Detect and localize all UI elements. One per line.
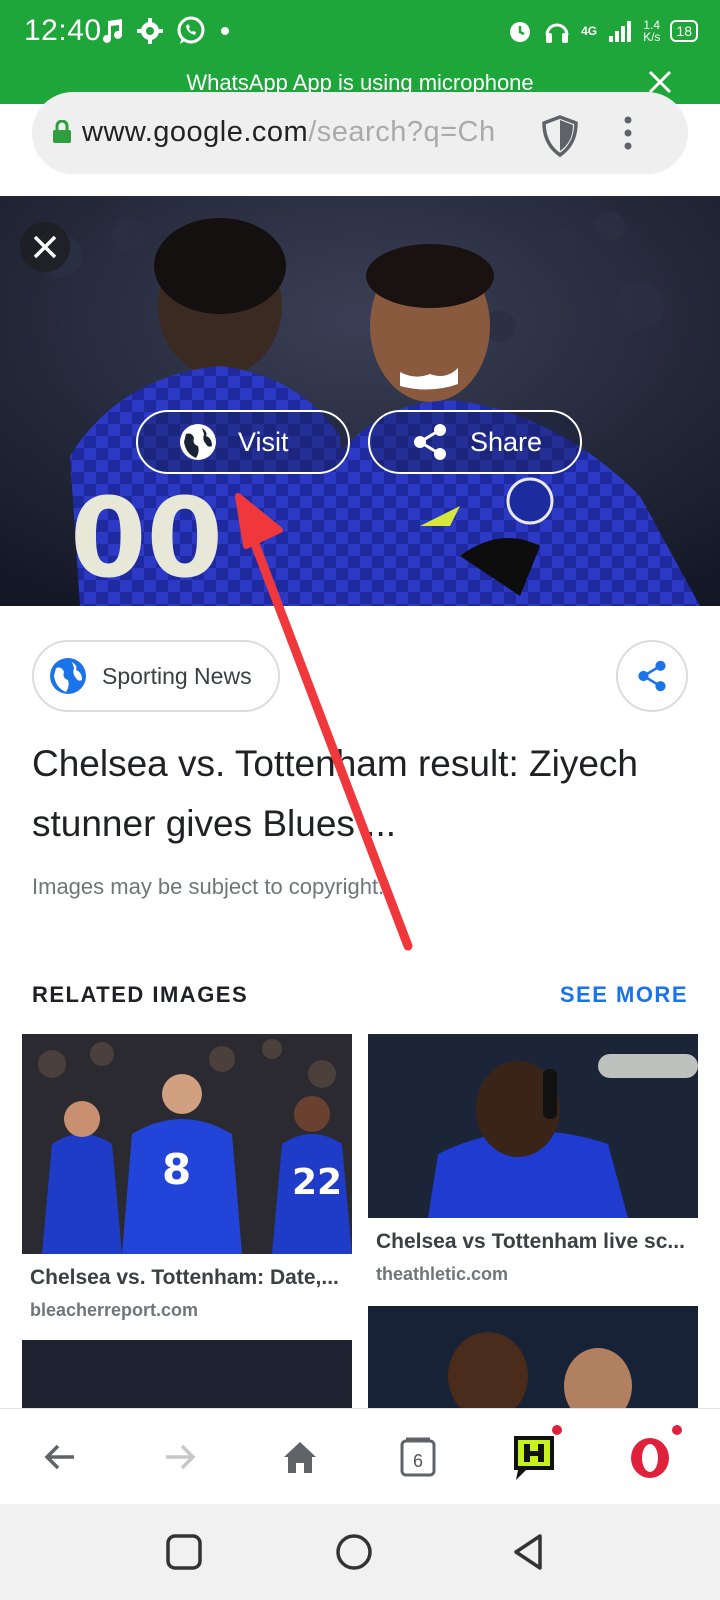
hype-chat-icon	[514, 1436, 554, 1480]
player-smiling-photo	[448, 1332, 632, 1408]
related-image-card[interactable]: Chelsea vs Tottenham live sc... theathle…	[368, 1034, 698, 1285]
related-image-card[interactable]	[368, 1306, 698, 1408]
notification-dot	[550, 1423, 564, 1437]
headphones-icon	[545, 23, 569, 43]
system-navigation-bar	[0, 1504, 720, 1600]
related-image-thumbnail[interactable]	[368, 1034, 698, 1218]
svg-text:8: 8	[162, 1145, 191, 1194]
image-preview: 00 Visit Share	[0, 196, 720, 606]
music-note-icon	[103, 19, 122, 43]
network-type: 4G	[581, 24, 598, 38]
opera-menu-button[interactable]	[622, 1423, 684, 1485]
browser-screen: 12:40 4G 1.4 K/s 18 WhatsApp App is usin…	[0, 0, 720, 1600]
related-image-title: Chelsea vs Tottenham live sc...	[376, 1230, 685, 1253]
globe-icon	[50, 658, 86, 694]
forward-arrow-icon	[166, 1444, 196, 1470]
back-button[interactable]	[32, 1429, 88, 1485]
result-headline[interactable]: Chelsea vs. Tottenham result: Ziyech stu…	[32, 734, 702, 854]
opera-logo-icon	[631, 1438, 669, 1478]
status-notification-icons	[100, 14, 232, 48]
status-system-icons: 4G 1.4 K/s 18	[507, 14, 698, 48]
share-icon	[638, 660, 666, 692]
url-text[interactable]: www.google.com/search?q=Ch	[82, 116, 522, 149]
svg-text:22: 22	[292, 1162, 342, 1203]
share-button[interactable]: Share	[368, 410, 582, 474]
related-image-card[interactable]: 8 22 Chelsea vs. Tottenham: Date,... ble…	[22, 1034, 352, 1321]
share-label: Share	[470, 426, 543, 457]
tabs-button[interactable]: 6	[390, 1429, 446, 1485]
battery-indicator: 18	[670, 20, 698, 42]
lock-icon	[53, 120, 71, 143]
signal-icon	[609, 21, 632, 42]
net-speed: 1.4 K/s	[643, 18, 661, 44]
source-chip[interactable]: Sporting News	[32, 640, 280, 712]
related-image-title: Chelsea vs. Tottenham: Date,...	[30, 1266, 339, 1289]
dot-icon	[221, 27, 229, 35]
related-image-source: theathletic.com	[376, 1264, 509, 1284]
related-image-card[interactable]	[22, 1340, 352, 1408]
close-preview-button[interactable]	[20, 222, 70, 272]
notification-dot	[670, 1423, 684, 1437]
browser-bottom-bar: 6	[0, 1408, 720, 1504]
related-image-thumbnail[interactable]	[368, 1306, 698, 1408]
back-arrow-icon	[44, 1444, 74, 1470]
back-triangle-icon[interactable]	[508, 1532, 548, 1572]
address-bar[interactable]: www.google.com/search?q=Ch	[32, 92, 688, 174]
share-result-button[interactable]	[616, 640, 688, 712]
see-more-link[interactable]: SEE MORE	[560, 982, 688, 1008]
copyright-note: Images may be subject to copyright.	[32, 874, 385, 899]
player-gesture-photo	[368, 1034, 698, 1218]
tab-count: 6	[412, 1450, 423, 1471]
related-image-thumbnail[interactable]: 8 22	[22, 1034, 352, 1254]
status-time: 12:40	[24, 14, 102, 47]
related-images-heading: RELATED IMAGES	[32, 982, 249, 1007]
gear-icon	[137, 18, 163, 44]
forward-button[interactable]	[152, 1429, 208, 1485]
related-image-source: bleacherreport.com	[30, 1300, 199, 1320]
whatsapp-icon	[177, 16, 205, 44]
home-button[interactable]	[272, 1429, 328, 1485]
share-icon	[414, 424, 446, 460]
recents-square-icon[interactable]	[164, 1532, 204, 1572]
source-name: Sporting News	[102, 662, 252, 689]
alarm-icon	[510, 22, 531, 42]
svg-text:00: 00	[70, 474, 223, 602]
hype-chat-button[interactable]	[506, 1423, 564, 1485]
status-bar: 12:40 4G 1.4 K/s 18	[0, 0, 720, 62]
players-celebrating-photo: 8 22	[22, 1034, 352, 1254]
more-options-icon[interactable]	[618, 114, 638, 152]
globe-icon	[180, 424, 216, 460]
related-image-thumbnail[interactable]	[22, 1340, 352, 1408]
home-icon	[284, 1442, 316, 1473]
close-icon	[33, 235, 57, 259]
home-circle-icon[interactable]	[334, 1532, 374, 1572]
visit-button[interactable]: Visit	[136, 410, 350, 474]
football-players-photo: 00	[0, 196, 720, 606]
visit-label: Visit	[238, 426, 289, 457]
shield-icon[interactable]	[540, 114, 580, 158]
